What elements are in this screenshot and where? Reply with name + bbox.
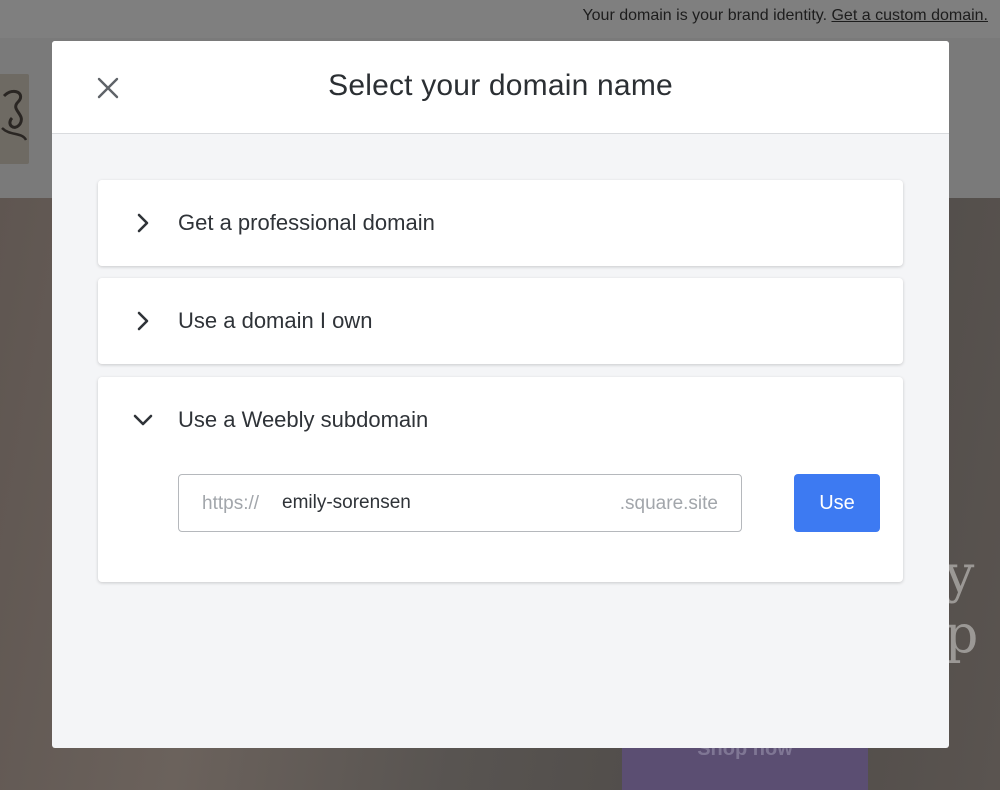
background-topbar: Your domain is your brand identity. Get … <box>0 0 1000 38</box>
url-prefix: https:// <box>202 493 260 514</box>
panel-professional-domain-toggle[interactable]: Get a professional domain <box>98 180 903 266</box>
site-logo <box>0 74 29 164</box>
modal-header: Select your domain name <box>52 41 949 134</box>
panel-own-domain-toggle[interactable]: Use a domain I own <box>98 278 903 364</box>
topbar-message: Your domain is your brand identity. <box>582 7 828 24</box>
hero-text-fragment: y p <box>945 545 979 665</box>
subdomain-input[interactable] <box>282 485 602 521</box>
panel-own-domain: Use a domain I own <box>98 278 903 364</box>
panel-professional-domain: Get a professional domain <box>98 180 903 266</box>
custom-domain-link[interactable]: Get a custom domain. <box>831 7 988 24</box>
chevron-down-icon <box>133 414 153 426</box>
chevron-right-icon <box>137 213 149 233</box>
panel-label: Get a professional domain <box>178 210 435 235</box>
url-suffix: .square.site <box>619 493 718 514</box>
panel-label: Use a domain I own <box>178 308 373 333</box>
use-button[interactable]: Use <box>794 474 880 532</box>
subdomain-field: https:// .square.site <box>178 474 742 532</box>
panel-weebly-subdomain: Use a Weebly subdomain https:// .square.… <box>98 377 903 582</box>
modal-title: Select your domain name <box>328 69 673 102</box>
chevron-right-icon <box>137 311 149 331</box>
panel-label: Use a Weebly subdomain <box>178 407 429 432</box>
logo-illustration-icon <box>1 89 28 141</box>
domain-modal: Select your domain name Get a profession… <box>52 41 949 748</box>
panel-weebly-subdomain-toggle[interactable]: Use a Weebly subdomain <box>98 377 903 463</box>
